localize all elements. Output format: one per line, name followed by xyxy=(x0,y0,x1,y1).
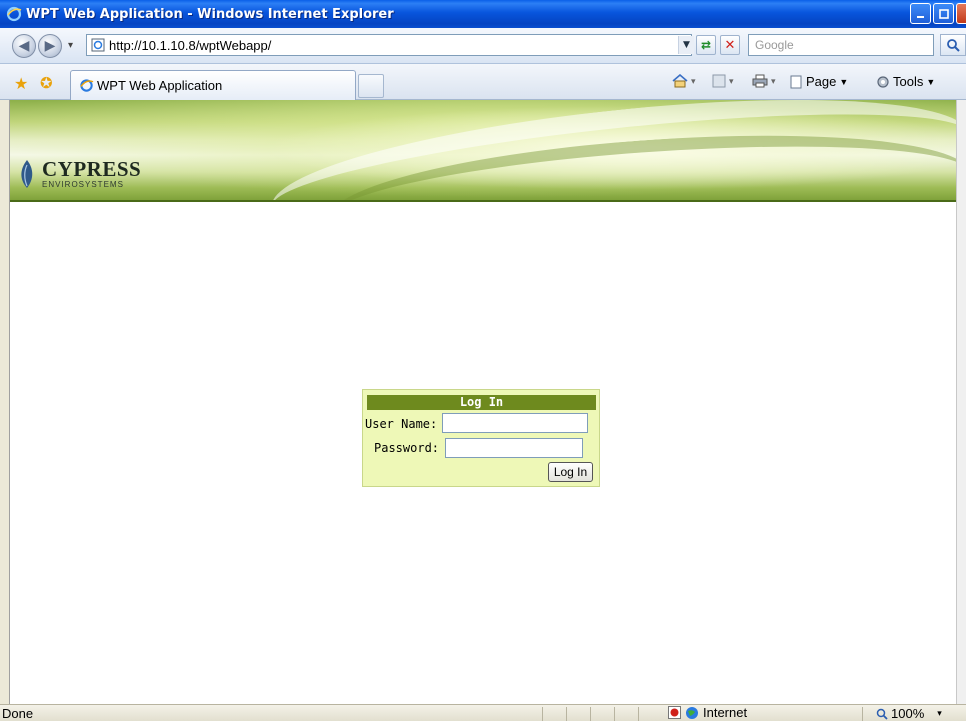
search-icon xyxy=(947,39,960,52)
zoom-dropdown-icon[interactable]: ▾ xyxy=(937,708,942,719)
tools-menu[interactable]: Tools ▼ xyxy=(876,74,935,89)
search-placeholder: Google xyxy=(755,38,794,52)
login-title: Log In xyxy=(367,395,596,410)
maximize-button[interactable] xyxy=(933,3,954,24)
ie-icon xyxy=(80,79,94,92)
back-icon: ◀ xyxy=(18,38,30,54)
zoom-control[interactable]: 100% ▾ xyxy=(876,706,942,721)
username-field[interactable] xyxy=(442,413,588,433)
feeds-button[interactable]: ▾ xyxy=(712,74,734,88)
new-tab-button[interactable] xyxy=(358,74,384,98)
status-divider xyxy=(638,707,639,721)
address-field[interactable]: http://10.1.10.8/wptWebapp/ xyxy=(86,34,692,56)
add-favorites-icon[interactable]: ✪ xyxy=(40,74,53,92)
print-icon xyxy=(752,74,768,88)
refresh-icon: ⇄ xyxy=(700,38,712,52)
stop-button[interactable]: ✕ xyxy=(720,35,740,55)
address-dropdown-button[interactable]: ▼ xyxy=(678,36,694,54)
back-button[interactable]: ◀ xyxy=(12,34,36,58)
favorites-star-icon[interactable]: ★ xyxy=(14,74,28,93)
feeds-icon xyxy=(712,74,726,88)
username-label: User Name: xyxy=(365,417,438,431)
forward-button[interactable]: ▶ xyxy=(38,34,62,58)
refresh-button[interactable]: ⇄ xyxy=(696,35,716,55)
leaf-logo-icon xyxy=(21,160,33,188)
zoom-icon xyxy=(876,708,888,720)
zoom-level: 100% xyxy=(891,706,925,721)
cypress-logo: CYPRESS ENVIROSYSTEMS xyxy=(18,158,141,189)
search-button[interactable] xyxy=(940,34,966,56)
window-left-edge xyxy=(0,100,10,704)
page-content: CYPRESS ENVIROSYSTEMS Log In User Name: … xyxy=(10,100,956,704)
window-title: WPT Web Application - Windows Internet E… xyxy=(26,6,394,22)
password-label: Password: xyxy=(374,441,440,455)
search-input[interactable]: Google xyxy=(748,34,934,56)
minimize-button[interactable] xyxy=(910,3,931,24)
password-field[interactable] xyxy=(445,438,583,458)
security-zone[interactable]: Internet xyxy=(668,705,747,720)
status-divider xyxy=(566,707,567,721)
header-banner: CYPRESS ENVIROSYSTEMS xyxy=(10,100,956,202)
print-button[interactable]: ▾ xyxy=(752,74,776,88)
status-divider xyxy=(590,707,591,721)
login-panel: Log In User Name: Password: Log In xyxy=(362,389,600,487)
stop-icon: ✕ xyxy=(724,37,736,53)
logo-subtitle: ENVIROSYSTEMS xyxy=(42,180,124,189)
tab-wpt-web-application[interactable]: WPT Web Application xyxy=(70,70,356,100)
page-favicon-icon xyxy=(91,38,105,52)
home-button[interactable]: ▾ xyxy=(672,74,696,88)
tools-icon xyxy=(877,75,889,88)
home-icon xyxy=(672,74,688,88)
page-icon xyxy=(790,75,802,88)
vertical-scrollbar[interactable] xyxy=(956,100,966,704)
globe-icon xyxy=(686,706,698,719)
tab-label: WPT Web Application xyxy=(97,78,223,93)
blocked-icon xyxy=(668,706,681,719)
logo-name: CYPRESS xyxy=(42,157,142,181)
ie-icon xyxy=(6,6,22,22)
status-divider xyxy=(862,707,863,721)
tools-menu-label: Tools xyxy=(893,74,924,89)
status-divider xyxy=(542,707,543,721)
forward-icon: ▶ xyxy=(44,38,56,54)
page-menu-label: Page xyxy=(806,74,837,89)
address-toolbar: ◀ ▶ ▾ http://10.1.10.8/wptWebapp/ ▼ ⇄ ✕ … xyxy=(0,28,966,64)
maximize-icon xyxy=(938,8,949,19)
minimize-icon xyxy=(916,15,924,18)
status-text: Done xyxy=(2,706,34,721)
page-menu[interactable]: Page ▼ xyxy=(790,74,848,89)
status-divider xyxy=(614,707,615,721)
history-dropdown[interactable]: ▾ xyxy=(68,40,73,51)
window-title-bar: WPT Web Application - Windows Internet E… xyxy=(0,0,966,28)
login-button[interactable]: Log In xyxy=(548,462,593,482)
tab-toolbar: ★ ✪ WPT Web Application ▾ ▾ ▾ Page ▼ Too… xyxy=(0,64,966,100)
zone-label: Internet xyxy=(703,705,748,720)
address-url: http://10.1.10.8/wptWebapp/ xyxy=(109,37,272,53)
close-button[interactable] xyxy=(956,3,966,24)
status-bar: Done Internet 100% ▾ xyxy=(0,704,966,721)
